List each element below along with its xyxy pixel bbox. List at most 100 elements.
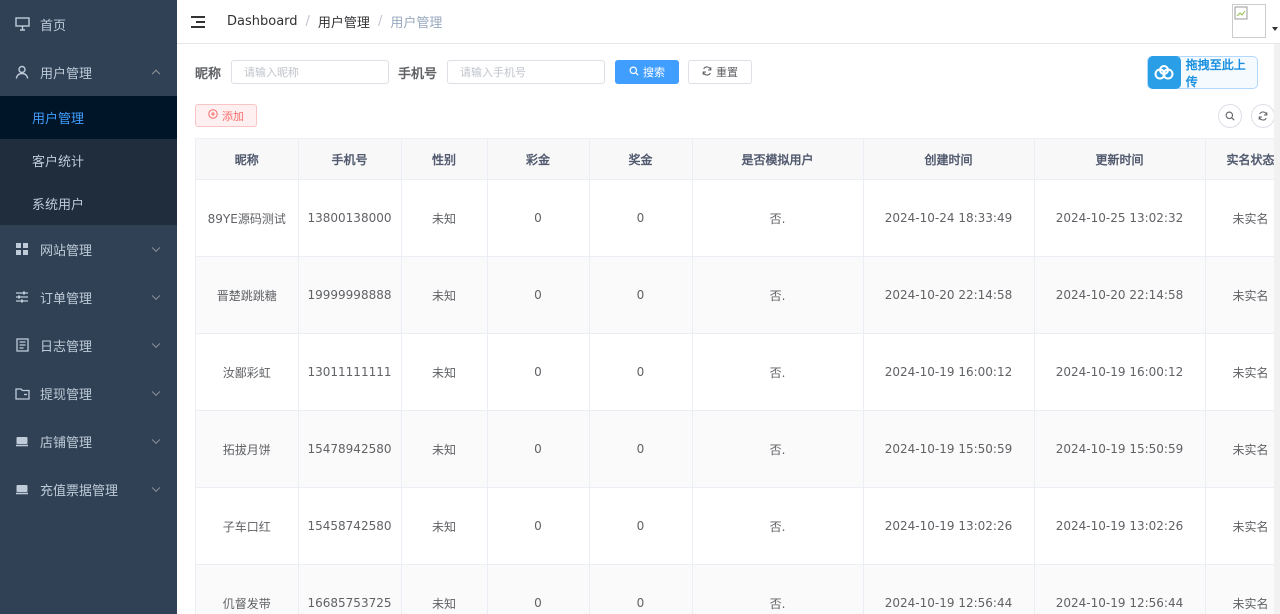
reset-button[interactable]: 重置 (688, 60, 753, 84)
cell-bonus: 0 (487, 256, 590, 334)
sliders-icon (14, 289, 30, 305)
table-row[interactable]: 汝鄙彩虹 13011111111 未知 0 0 否. 2024-10-19 16… (196, 333, 1274, 411)
table-row[interactable]: 89YE源码测试 13800138000 未知 0 0 否. 2024-10-2… (196, 179, 1274, 257)
sidebar-item-label: 订单管理 (40, 291, 93, 307)
drag-upload-button[interactable]: 拖拽至此上传 (1147, 56, 1258, 89)
table-row[interactable]: 仉督发带 16685753725 未知 0 0 否. 2024-10-19 12… (196, 564, 1274, 614)
navbar: Dashboard / 用户管理 / 用户管理 (177, 0, 1280, 44)
chevron-up-icon (151, 69, 161, 79)
column-header: 彩金 (487, 138, 590, 180)
cell-bonus: 0 (487, 564, 590, 614)
cell-created: 2024-10-19 12:56:44 (863, 564, 1035, 614)
sidebar-item-label: 日志管理 (40, 339, 93, 355)
sidebar-subitem-label: 系统用户 (32, 198, 85, 213)
search-button[interactable]: 搜索 (615, 60, 680, 84)
column-header: 性别 (401, 138, 488, 180)
chevron-down-icon (151, 291, 161, 301)
user-table: 昵称 手机号 性别 彩金 奖金 是否模拟用户 创建时间 更新时间 实名状态 89… (195, 138, 1274, 614)
refresh-icon (702, 65, 712, 79)
table-row[interactable]: 晋楚跳跳糖 19999998888 未知 0 0 否. 2024-10-20 2… (196, 256, 1274, 334)
cell-bonus: 0 (487, 333, 590, 411)
sidebar-subitem-label: 用户管理 (32, 112, 85, 127)
sidebar-item-label: 充值票据管理 (40, 483, 119, 499)
cell-realname: 未实名 (1205, 179, 1274, 257)
table-header-row: 昵称 手机号 性别 彩金 奖金 是否模拟用户 创建时间 更新时间 实名状态 (196, 138, 1274, 180)
add-button[interactable]: 添加 (195, 104, 257, 127)
cell-created: 2024-10-19 13:02:26 (863, 487, 1035, 565)
cell-gender: 未知 (401, 564, 488, 614)
sidebar-item-label: 网站管理 (40, 243, 93, 259)
cell-simulated: 否. (692, 179, 864, 257)
toggle-search-button[interactable] (1218, 104, 1242, 128)
sidebar-subitem-user-management[interactable]: 用户管理 (0, 96, 177, 139)
cell-bonus: 0 (487, 487, 590, 565)
breadcrumb-separator: / (305, 14, 310, 29)
cell-created: 2024-10-24 18:33:49 (863, 179, 1035, 257)
breadcrumb-user-management[interactable]: 用户管理 (318, 12, 370, 31)
cell-updated: 2024-10-19 16:00:12 (1034, 333, 1206, 411)
cloud-icon (1148, 56, 1181, 89)
sidebar-item-log-management[interactable]: 日志管理 (0, 321, 177, 369)
sidebar-subitem-customer-stats[interactable]: 客户统计 (0, 139, 177, 182)
chevron-down-icon (151, 435, 161, 445)
cell-updated: 2024-10-19 15:50:59 (1034, 410, 1206, 488)
nickname-label: 昵称 (195, 66, 222, 82)
cell-realname: 未实名 (1205, 333, 1274, 411)
cell-reward: 0 (589, 333, 693, 411)
cell-realname: 未实名 (1205, 410, 1274, 488)
cell-created: 2024-10-19 16:00:12 (863, 333, 1035, 411)
sidebar-item-withdraw-management[interactable]: 提现管理 (0, 369, 177, 417)
store-icon (14, 433, 30, 449)
monitor-icon (14, 16, 30, 32)
breadcrumb-separator: / (377, 14, 383, 29)
sidebar-item-label: 首页 (40, 18, 67, 34)
cell-gender: 未知 (401, 179, 488, 257)
grid-icon (14, 241, 30, 257)
sidebar: 首页 用户管理 用户管理 客户统计 系统用户 网站管理 订单管理 日志管理 提现… (0, 0, 177, 614)
upload-label: 拖拽至此上传 (1185, 57, 1246, 89)
sidebar-item-site-management[interactable]: 网站管理 (0, 225, 177, 273)
refresh-icon (1258, 111, 1268, 121)
cell-phone: 15478942580 (298, 410, 402, 488)
table-row[interactable]: 拓拔月饼 15478942580 未知 0 0 否. 2024-10-19 15… (196, 410, 1274, 488)
phone-input[interactable] (447, 60, 606, 84)
sidebar-subitem-system-users[interactable]: 系统用户 (0, 182, 177, 225)
submenu-user-management: 用户管理 客户统计 系统用户 (0, 96, 177, 225)
chevron-down-icon (151, 483, 161, 493)
cell-updated: 2024-10-19 12:56:44 (1034, 564, 1206, 614)
cell-realname: 未实名 (1205, 487, 1274, 565)
refresh-button[interactable] (1251, 104, 1275, 128)
chevron-down-icon (151, 339, 161, 349)
caret-down-icon[interactable] (1272, 27, 1278, 31)
breadcrumb-current: 用户管理 (390, 16, 443, 31)
reset-button-label: 重置 (716, 66, 739, 79)
chevron-down-icon (151, 387, 161, 397)
sidebar-item-home[interactable]: 首页 (0, 0, 177, 48)
column-header: 手机号 (298, 138, 402, 180)
sidebar-item-user-management[interactable]: 用户管理 (0, 48, 177, 96)
cell-reward: 0 (589, 410, 693, 488)
cell-nickname: 晋楚跳跳糖 (196, 256, 299, 334)
breadcrumb-dashboard[interactable]: Dashboard (227, 14, 298, 29)
cell-realname: 未实名 (1205, 564, 1274, 614)
hamburger-menu-icon[interactable] (191, 15, 207, 28)
sidebar-item-label: 店铺管理 (40, 435, 93, 451)
avatar[interactable] (1232, 4, 1266, 38)
search-form: 昵称 手机号 搜索 重置 (195, 60, 753, 84)
sidebar-item-order-management[interactable]: 订单管理 (0, 273, 177, 321)
table-row[interactable]: 子车口红 15458742580 未知 0 0 否. 2024-10-19 13… (196, 487, 1274, 565)
cell-gender: 未知 (401, 256, 488, 334)
cell-updated: 2024-10-19 13:02:26 (1034, 487, 1206, 565)
store-icon (14, 481, 30, 497)
cell-simulated: 否. (692, 487, 864, 565)
cell-simulated: 否. (692, 333, 864, 411)
chevron-down-icon (151, 243, 161, 253)
sidebar-item-store-management[interactable]: 店铺管理 (0, 417, 177, 465)
nickname-input[interactable] (231, 60, 390, 84)
cell-phone: 13011111111 (298, 333, 402, 411)
cell-bonus: 0 (487, 179, 590, 257)
sidebar-item-recharge-receipt-management[interactable]: 充值票据管理 (0, 465, 177, 513)
cell-reward: 0 (589, 256, 693, 334)
page-scrollbar[interactable] (1274, 44, 1280, 614)
plus-circle-icon (208, 109, 218, 122)
